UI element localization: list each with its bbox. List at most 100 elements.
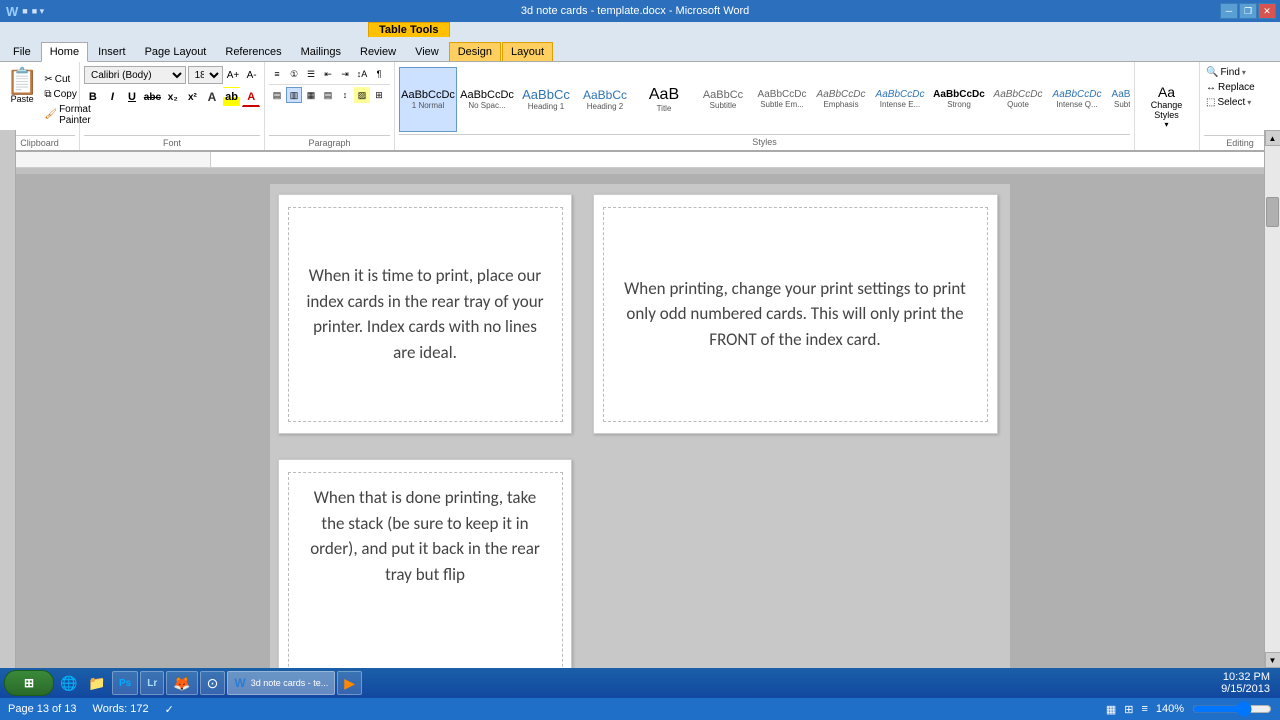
bold-button[interactable]: B — [84, 87, 102, 107]
style-emphasis[interactable]: AaBbCcDc Emphasis — [812, 67, 870, 132]
tab-page-layout[interactable]: Page Layout — [136, 42, 216, 61]
card-row-1: When it is time to print, place our inde… — [270, 184, 1010, 449]
minimize-button[interactable]: ─ — [1220, 3, 1238, 19]
tab-home[interactable]: Home — [41, 42, 88, 62]
start-button[interactable]: ⊞ — [4, 670, 54, 696]
scroll-thumb[interactable] — [1266, 197, 1279, 227]
tab-review[interactable]: Review — [351, 42, 405, 61]
borders-button[interactable]: ⊞ — [371, 87, 387, 103]
taskbar-chrome[interactable]: ⊙ — [200, 671, 226, 695]
card1[interactable]: When it is time to print, place our inde… — [278, 194, 572, 434]
paragraph-section: ≡ ① ☰ ⇤ ⇥ ↕A ¶ ▤ ▥ ▦ ▤ ↕ ▨ ⊞ Paragraph — [265, 62, 395, 150]
font-family-select[interactable]: Calibri (Body) — [84, 66, 186, 84]
restore-button[interactable]: ❐ — [1239, 3, 1257, 19]
lr-icon: Lr — [147, 678, 157, 689]
page-info: Page 13 of 13 — [8, 703, 77, 715]
superscript-button[interactable]: x² — [184, 87, 202, 107]
left-margin — [0, 130, 16, 668]
font-size-select[interactable]: 18 — [188, 66, 223, 84]
sort-button[interactable]: ↕A — [354, 66, 370, 82]
styles-label: Styles — [399, 134, 1130, 147]
change-styles-arrow: ▾ — [1164, 120, 1168, 129]
tab-view[interactable]: View — [406, 42, 448, 61]
tab-mailings[interactable]: Mailings — [292, 42, 350, 61]
increase-indent-button[interactable]: ⇥ — [337, 66, 353, 82]
strikethrough-button[interactable]: abc — [143, 87, 162, 107]
italic-button[interactable]: I — [104, 87, 122, 107]
taskbar: ⊞ 🌐 📁 Ps Lr 🦊 ⊙ W 3d note cards - te... … — [0, 668, 1280, 698]
style-no-spacing[interactable]: AaBbCcDc No Spac... — [458, 67, 516, 132]
clock-area: 10:32 PM 9/15/2013 — [1221, 671, 1276, 695]
align-center-button[interactable]: ▥ — [286, 87, 302, 103]
font-shrink-button[interactable]: A- — [243, 66, 260, 84]
zoom-slider[interactable] — [1192, 701, 1272, 717]
taskbar-word[interactable]: W 3d note cards - te... — [227, 671, 335, 695]
paste-label: Paste — [11, 94, 34, 104]
taskbar-ie[interactable]: 🌐 — [56, 671, 82, 695]
subscript-button[interactable]: x₂ — [164, 87, 182, 107]
document-area[interactable]: When it is time to print, place our inde… — [16, 174, 1264, 720]
card2-text: When printing, change your print setting… — [618, 276, 973, 353]
scroll-down-button[interactable]: ▼ — [1265, 652, 1280, 668]
tab-layout[interactable]: Layout — [502, 42, 553, 61]
shading-button[interactable]: ▨ — [354, 87, 370, 103]
style-intense-q[interactable]: AaBbCcDc Intense Q... — [1048, 67, 1106, 132]
align-right-button[interactable]: ▦ — [303, 87, 319, 103]
style-subtle-em[interactable]: AaBbCcDc Subtle Em... — [753, 67, 811, 132]
align-left-button[interactable]: ▤ — [269, 87, 285, 103]
ribbon: 📋 Paste ✂ Cut ⧉ Copy 🖌 Format Painter — [0, 62, 1280, 152]
show-hide-button[interactable]: ¶ — [371, 66, 387, 82]
view-print-icon[interactable]: ▦ — [1106, 703, 1116, 716]
paste-button[interactable]: 📋 Paste — [4, 66, 40, 133]
tab-design[interactable]: Design — [449, 42, 501, 61]
style-subtle-ref[interactable]: AaBbCcDc Subtle Ref... — [1107, 67, 1130, 132]
bullets-button[interactable]: ≡ — [269, 66, 285, 82]
justify-button[interactable]: ▤ — [320, 87, 336, 103]
status-bar: Page 13 of 13 Words: 172 ✓ ▦ ⊞ ≡ 140% — [0, 698, 1280, 720]
font-grow-button[interactable]: A+ — [225, 66, 242, 84]
style-title[interactable]: AaB Title — [635, 67, 693, 132]
card2[interactable]: When printing, change your print setting… — [593, 194, 998, 434]
change-styles-button[interactable]: Aa ChangeStyles ▾ — [1139, 71, 1194, 141]
title-bar: W ■ ■ ▾ 3d note cards - template.docx - … — [0, 0, 1280, 22]
underline-button[interactable]: U — [123, 87, 141, 107]
text-effects-button[interactable]: A — [203, 87, 221, 107]
close-button[interactable]: ✕ — [1258, 3, 1276, 19]
scroll-up-button[interactable]: ▲ — [1265, 130, 1280, 146]
style-heading1[interactable]: AaBbCc Heading 1 — [517, 67, 575, 132]
tab-file[interactable]: File — [4, 42, 40, 61]
style-heading2[interactable]: AaBbCc Heading 2 — [576, 67, 634, 132]
scroll-track — [1265, 146, 1280, 652]
view-fullscreen-icon[interactable]: ⊞ — [1124, 703, 1133, 716]
decrease-indent-button[interactable]: ⇤ — [320, 66, 336, 82]
select-button[interactable]: ⬚ Select ▾ — [1204, 96, 1276, 109]
numbering-button[interactable]: ① — [286, 66, 302, 82]
paragraph-label: Paragraph — [269, 135, 390, 148]
replace-icon: ↔ — [1206, 82, 1216, 93]
taskbar-lightroom[interactable]: Lr — [140, 671, 164, 695]
taskbar-explorer[interactable]: 📁 — [84, 671, 110, 695]
find-button[interactable]: 🔍 Find ▾ — [1204, 66, 1276, 79]
taskbar-firefox[interactable]: 🦊 — [166, 671, 197, 695]
vertical-scrollbar[interactable]: ▲ ▼ — [1264, 130, 1280, 668]
line-spacing-button[interactable]: ↕ — [337, 87, 353, 103]
change-styles-section: Aa ChangeStyles ▾ — [1135, 62, 1200, 150]
style-strong[interactable]: AaBbCcDc Strong — [930, 67, 988, 132]
copy-icon: ⧉ — [44, 89, 51, 100]
view-web-icon[interactable]: ≡ — [1141, 703, 1147, 715]
taskbar-vlc[interactable]: ▶ — [337, 671, 362, 695]
text-highlight-button[interactable]: ab — [223, 87, 241, 107]
style-normal[interactable]: AaBbCcDc 1 Normal — [399, 67, 457, 132]
font-color-button[interactable]: A — [242, 87, 260, 107]
tab-insert[interactable]: Insert — [89, 42, 135, 61]
app-container: W ■ ■ ▾ 3d note cards - template.docx - … — [0, 0, 1280, 720]
replace-button[interactable]: ↔ Replace — [1204, 81, 1276, 94]
card3[interactable]: When that is done printing, take the sta… — [278, 459, 572, 699]
multilevel-button[interactable]: ☰ — [303, 66, 319, 82]
style-subtitle[interactable]: AaBbCc Subtitle — [694, 67, 752, 132]
tab-references[interactable]: References — [216, 42, 290, 61]
style-quote[interactable]: AaBbCcDc Quote — [989, 67, 1047, 132]
format-painter-icon: 🖌 — [44, 109, 57, 120]
style-intense-e[interactable]: AaBbCcDc Intense E... — [871, 67, 929, 132]
taskbar-photoshop[interactable]: Ps — [112, 671, 138, 695]
